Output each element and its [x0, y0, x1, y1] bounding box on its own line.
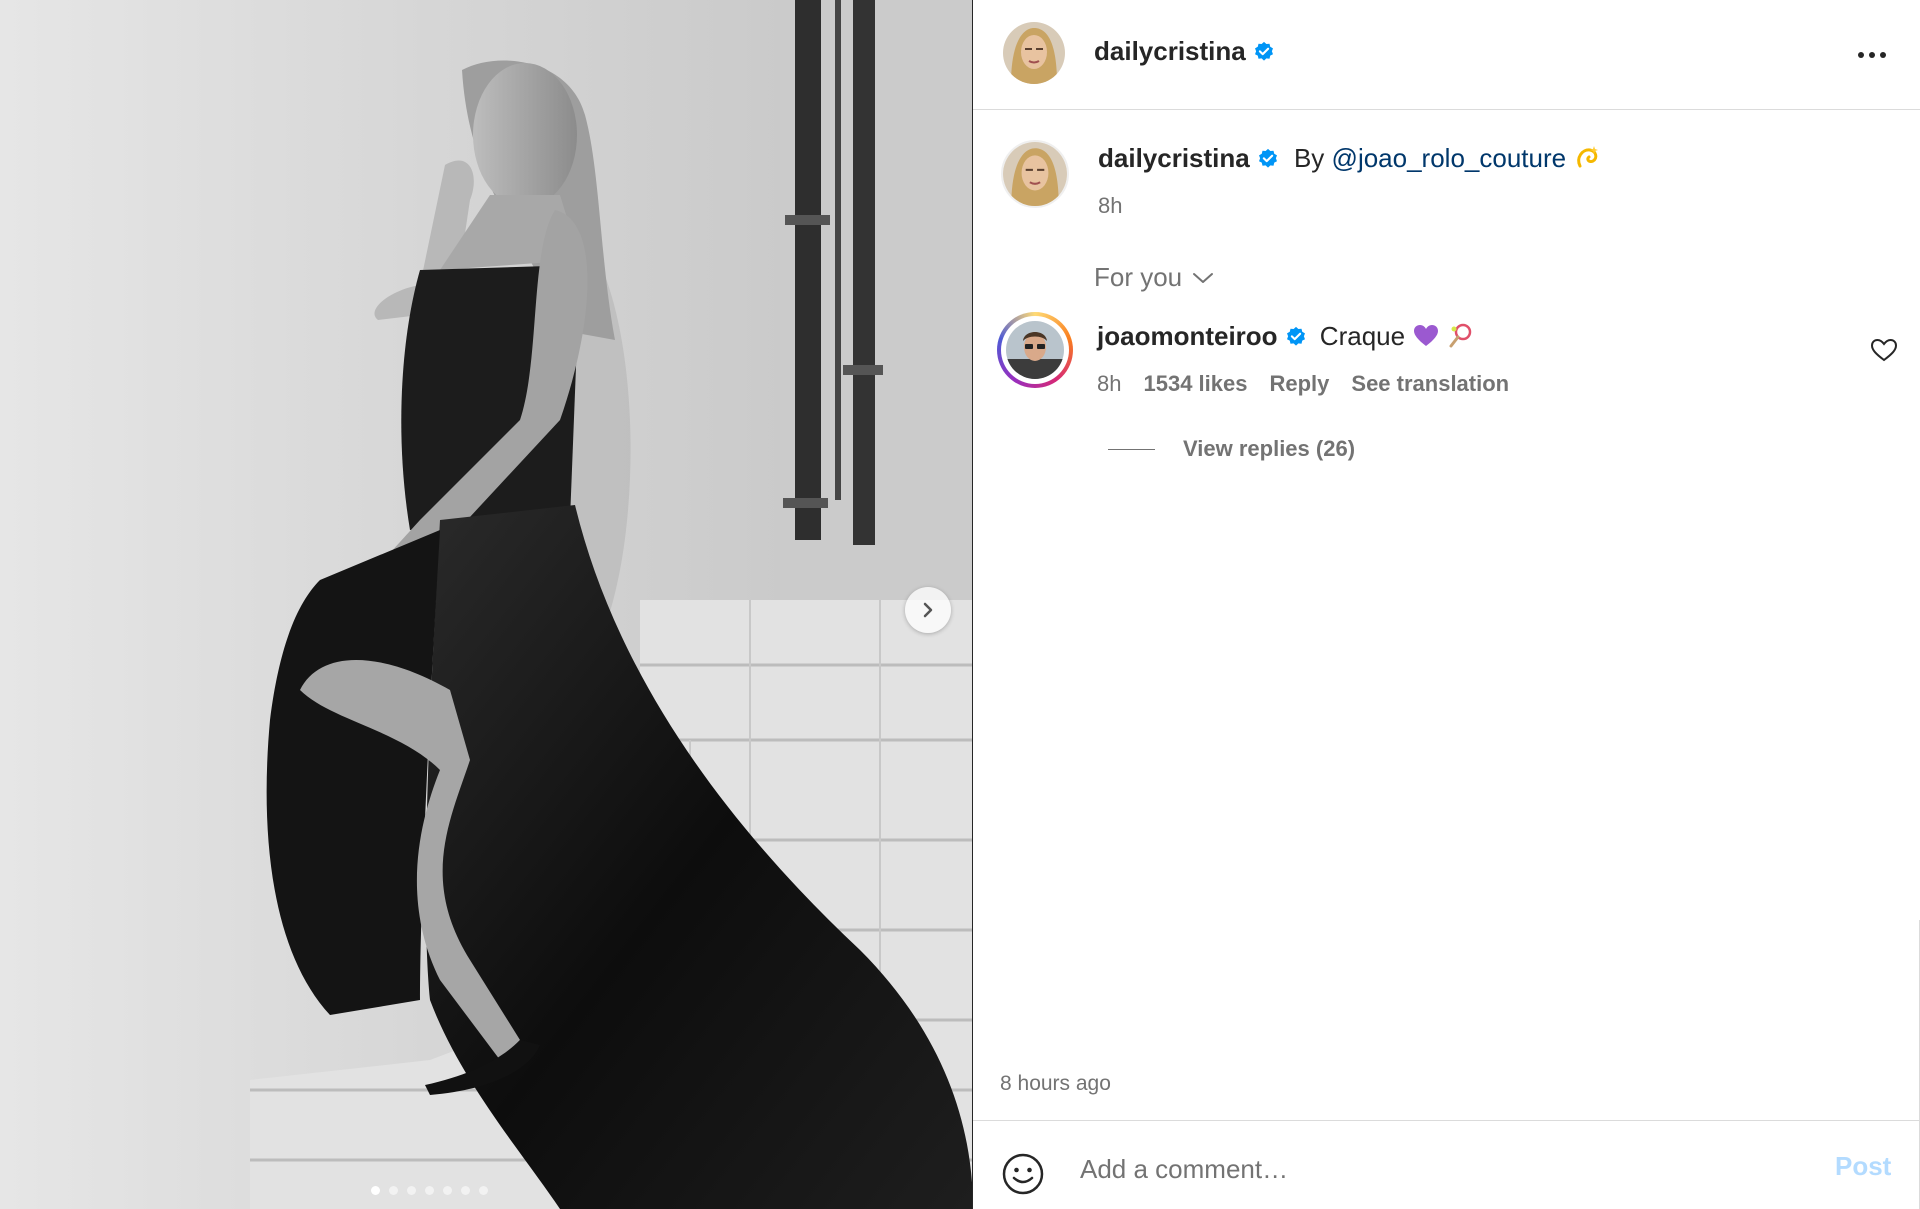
author-avatar[interactable]: [1003, 22, 1065, 84]
chevron-down-icon: [1193, 272, 1214, 283]
chevron-right-icon: [923, 602, 933, 618]
commenter-username[interactable]: joaomonteiroo: [1097, 321, 1278, 351]
avatar-image: [1003, 142, 1067, 206]
post-sidebar: dailycristina dailycristina By @joao_rol…: [973, 0, 1920, 1209]
more-horizontal-icon: [1869, 52, 1875, 58]
caption-author-avatar[interactable]: [1001, 140, 1069, 208]
carousel-dot: [371, 1186, 380, 1195]
caption-mention-link[interactable]: @joao_rolo_couture: [1332, 143, 1567, 173]
carousel-indicator: [0, 1186, 972, 1195]
post-header: dailycristina: [973, 0, 1920, 110]
carousel-dot: [425, 1186, 434, 1195]
avatar-image: [1006, 321, 1064, 379]
post-caption: dailycristina By @joao_rolo_couture: [1098, 143, 1602, 174]
view-replies-label: View replies (26): [1183, 436, 1356, 461]
comment-text: Craque: [1319, 321, 1406, 351]
caption-text: By: [1293, 143, 1332, 173]
carousel-next-button[interactable]: [905, 587, 951, 633]
more-horizontal-icon: [1858, 52, 1864, 58]
carousel-dot: [407, 1186, 416, 1195]
comment-time[interactable]: 8h: [1097, 371, 1121, 397]
commenter-story-ring[interactable]: [997, 312, 1073, 388]
comment-meta: 8h 1534 likes Reply See translation: [1097, 371, 1509, 397]
carousel-dot: [389, 1186, 398, 1195]
add-comment-input[interactable]: [1080, 1143, 1760, 1195]
comment-like-heart-icon[interactable]: [1869, 335, 1899, 365]
see-translation-button[interactable]: See translation: [1351, 371, 1509, 397]
caption-username[interactable]: dailycristina: [1098, 143, 1250, 173]
smiley-icon[interactable]: [1001, 1152, 1045, 1196]
comment-sort-dropdown[interactable]: For you: [1094, 262, 1214, 293]
verified-badge-icon: [1286, 326, 1305, 346]
dizzy-emoji-icon: [1577, 146, 1599, 168]
tennis-racket-emoji-icon: [1449, 323, 1472, 348]
more-horizontal-icon: [1880, 52, 1886, 58]
post-timestamp[interactable]: 8 hours ago: [1000, 1072, 1111, 1096]
carousel-dot: [479, 1186, 488, 1195]
commenter-avatar[interactable]: [1006, 321, 1064, 379]
comment-likes[interactable]: 1534 likes: [1143, 371, 1247, 397]
view-replies-button[interactable]: View replies (26): [1108, 436, 1355, 462]
avatar-image: [1003, 22, 1065, 84]
carousel-dot: [443, 1186, 452, 1195]
comment-compose-bar: Post: [973, 1120, 1920, 1209]
purple-heart-emoji-icon: [1414, 325, 1439, 346]
post-modal: dailycristina dailycristina By @joao_rol…: [0, 0, 1920, 1209]
comment-sort-label: For you: [1094, 262, 1183, 292]
post-media: [0, 0, 973, 1209]
post-photo: [0, 0, 972, 1209]
author-username[interactable]: dailycristina: [1094, 36, 1246, 66]
caption-time[interactable]: 8h: [1098, 193, 1122, 219]
verified-badge-icon: [1258, 148, 1277, 168]
carousel-dot: [461, 1186, 470, 1195]
story-ring-gap: [1001, 316, 1069, 384]
replies-divider-line: [1108, 448, 1155, 450]
comment-reply-button[interactable]: Reply: [1269, 371, 1329, 397]
author-username-row[interactable]: dailycristina: [1094, 36, 1275, 67]
comment-body: joaomonteiroo Craque: [1097, 321, 1473, 352]
verified-badge-icon: [1254, 41, 1273, 61]
post-comment-button[interactable]: Post: [1835, 1151, 1891, 1182]
more-options-button[interactable]: [1854, 40, 1890, 70]
